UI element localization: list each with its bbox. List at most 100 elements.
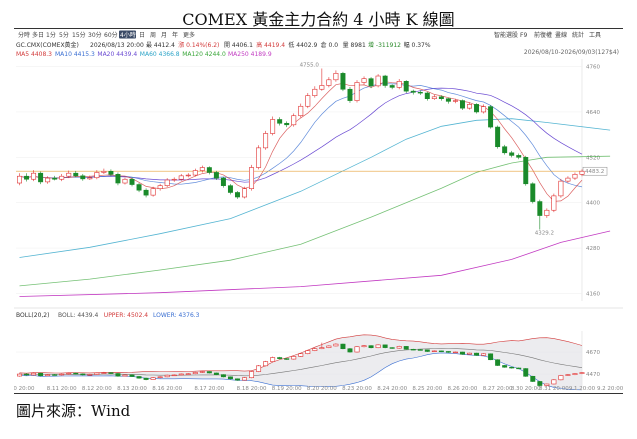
- boll-candle[interactable]: [87, 374, 93, 376]
- boll-candle[interactable]: [572, 373, 578, 375]
- period-tab-6[interactable]: 60分: [104, 31, 118, 39]
- main-candle[interactable]: [270, 119, 276, 134]
- boll-candle[interactable]: [31, 372, 37, 376]
- main-candle[interactable]: [319, 85, 325, 90]
- boll-candle[interactable]: [474, 352, 480, 356]
- boll-candle[interactable]: [164, 374, 170, 378]
- main-candle[interactable]: [333, 73, 339, 81]
- main-candle[interactable]: [340, 73, 346, 90]
- period-tab-5[interactable]: 30分: [88, 31, 102, 39]
- main-candle[interactable]: [403, 81, 409, 92]
- boll-candle[interactable]: [481, 353, 487, 356]
- boll-candle[interactable]: [361, 345, 367, 348]
- boll-candle[interactable]: [495, 359, 501, 366]
- boll-candle[interactable]: [284, 358, 290, 360]
- main-candle[interactable]: [122, 178, 128, 184]
- main-candle[interactable]: [445, 98, 451, 102]
- boll-candle[interactable]: [150, 377, 156, 380]
- boll-candle[interactable]: [516, 367, 522, 370]
- boll-candle[interactable]: [277, 357, 283, 359]
- boll-candle[interactable]: [403, 346, 409, 350]
- main-candle[interactable]: [502, 146, 508, 154]
- main-candle[interactable]: [495, 126, 501, 148]
- boll-candle[interactable]: [24, 373, 30, 376]
- main-candle[interactable]: [185, 174, 191, 177]
- main-candle[interactable]: [291, 115, 297, 126]
- main-candle[interactable]: [537, 201, 543, 216]
- boll-candle[interactable]: [38, 372, 44, 377]
- period-tab-7[interactable]: 4小時: [120, 31, 136, 39]
- boll-candle[interactable]: [94, 372, 100, 375]
- main-candle[interactable]: [396, 81, 402, 88]
- boll-candle[interactable]: [565, 374, 571, 376]
- period-tab-8[interactable]: 日: [139, 32, 145, 39]
- main-candle[interactable]: [31, 172, 37, 180]
- main-candle[interactable]: [481, 106, 487, 113]
- period-tab-1[interactable]: 多日: [32, 31, 44, 39]
- main-candle[interactable]: [234, 192, 240, 198]
- main-candle[interactable]: [24, 175, 30, 180]
- boll-candle[interactable]: [256, 365, 262, 372]
- main-candle[interactable]: [206, 167, 212, 173]
- main-candle[interactable]: [312, 88, 318, 96]
- main-candle[interactable]: [213, 172, 219, 179]
- main-candle[interactable]: [305, 95, 311, 107]
- boll-candle[interactable]: [389, 347, 395, 349]
- boll-candle[interactable]: [249, 371, 255, 379]
- main-candle[interactable]: [101, 171, 107, 173]
- main-candle[interactable]: [94, 172, 100, 179]
- main-candle[interactable]: [136, 184, 142, 191]
- main-candle[interactable]: [256, 147, 262, 168]
- main-candle[interactable]: [52, 177, 58, 180]
- boll-candle[interactable]: [579, 372, 585, 374]
- period-tab-9[interactable]: 周: [150, 32, 156, 39]
- toolbar-item-4[interactable]: 統計: [572, 31, 584, 39]
- main-candle[interactable]: [572, 174, 578, 179]
- boll-candle[interactable]: [319, 347, 325, 350]
- period-tab-12[interactable]: 更多: [183, 31, 195, 39]
- boll-candle[interactable]: [115, 373, 121, 377]
- boll-candle[interactable]: [509, 366, 515, 369]
- boll-candle[interactable]: [312, 348, 318, 351]
- boll-candle[interactable]: [502, 365, 508, 368]
- boll-candle[interactable]: [445, 351, 451, 353]
- boll-candle[interactable]: [382, 344, 388, 348]
- boll-candle[interactable]: [171, 374, 177, 377]
- boll-candle[interactable]: [213, 372, 219, 375]
- main-candle[interactable]: [361, 78, 367, 83]
- main-candle[interactable]: [164, 179, 170, 186]
- main-candle[interactable]: [277, 119, 283, 124]
- toolbar-item-3[interactable]: 畫線: [555, 31, 567, 39]
- boll-candle[interactable]: [242, 377, 247, 381]
- boll-candle[interactable]: [410, 348, 416, 351]
- boll-candle[interactable]: [129, 374, 135, 377]
- main-candle[interactable]: [467, 104, 472, 109]
- main-candle[interactable]: [459, 100, 465, 109]
- main-candle[interactable]: [220, 177, 226, 186]
- period-tab-2[interactable]: 1分: [46, 31, 56, 39]
- main-candle[interactable]: [227, 185, 233, 193]
- boll-candle[interactable]: [326, 345, 332, 348]
- main-candle[interactable]: [199, 167, 205, 171]
- boll-candle[interactable]: [340, 343, 346, 350]
- main-candle[interactable]: [516, 155, 522, 158]
- boll-candle[interactable]: [396, 346, 402, 349]
- main-candle[interactable]: [263, 133, 269, 149]
- main-candle[interactable]: [509, 152, 515, 156]
- main-candle[interactable]: [108, 171, 114, 175]
- boll-candle[interactable]: [80, 373, 86, 376]
- main-candle[interactable]: [558, 180, 564, 197]
- main-candle[interactable]: [565, 177, 571, 182]
- main-candle[interactable]: [544, 209, 550, 216]
- boll-candle[interactable]: [157, 376, 163, 379]
- main-candle[interactable]: [87, 177, 93, 180]
- boll-candle[interactable]: [270, 357, 276, 362]
- boll-candle[interactable]: [305, 350, 311, 354]
- boll-candle[interactable]: [467, 352, 472, 355]
- main-candle[interactable]: [249, 167, 255, 189]
- main-candle[interactable]: [192, 170, 198, 176]
- main-candle[interactable]: [242, 188, 247, 198]
- boll-candle[interactable]: [438, 350, 444, 353]
- boll-candle[interactable]: [59, 373, 65, 376]
- main-candle[interactable]: [298, 105, 304, 117]
